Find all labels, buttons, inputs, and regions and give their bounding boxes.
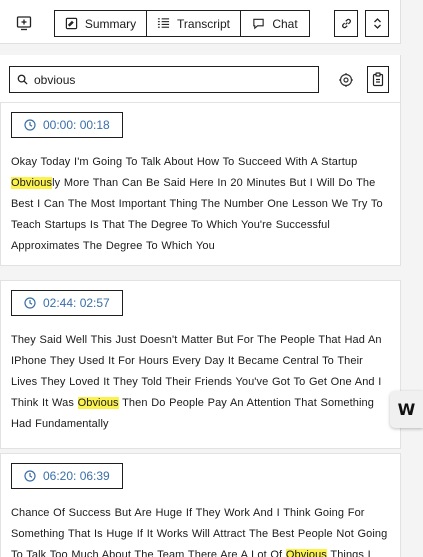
copy-button[interactable]	[367, 66, 389, 93]
expand-collapse-icon	[373, 18, 381, 29]
timestamp-label: 06:20: 06:39	[43, 469, 110, 483]
timestamp-button[interactable]: 06:20: 06:39	[11, 463, 123, 489]
tab-transcript[interactable]: Transcript	[146, 10, 241, 37]
transcript-text-after: Things I	[326, 549, 371, 557]
transcript-text: Chance Of Success But Are Huge If They W…	[11, 503, 390, 557]
transcript-text: They Said Well This Just Doesn't Matter …	[11, 330, 390, 435]
timestamp-button[interactable]: 00:00: 00:18	[11, 112, 123, 138]
search-match-highlight: Obvious	[285, 549, 327, 557]
transcript-card: 00:00: 00:18 Okay Today I'm Going To Tal…	[0, 102, 401, 266]
tab-transcript-label: Transcript	[177, 16, 230, 31]
summary-icon	[65, 17, 78, 30]
tab-summary[interactable]: Summary	[54, 10, 147, 37]
clock-icon	[24, 297, 36, 309]
timestamp-label: 00:00: 00:18	[43, 118, 110, 132]
search-field[interactable]	[9, 66, 319, 93]
expand-collapse-button[interactable]	[365, 10, 389, 37]
search-match-highlight: Obvious	[11, 177, 53, 189]
transcript-card: 06:20: 06:39 Chance Of Success But Are H…	[0, 453, 401, 557]
timestamp-button[interactable]: 02:44: 02:57	[11, 290, 123, 316]
transcript-text: Okay Today I'm Going To Talk About How T…	[11, 152, 390, 257]
search-bar	[0, 55, 401, 103]
add-panel-icon[interactable]	[15, 14, 33, 32]
link-button[interactable]	[334, 10, 358, 37]
ai-icon[interactable]	[336, 70, 356, 90]
clock-icon	[24, 119, 36, 131]
widget-logo-icon: W	[397, 400, 416, 419]
tab-summary-label: Summary	[84, 16, 137, 31]
copy-icon	[372, 72, 384, 87]
search-match-highlight: Obvious	[77, 397, 119, 409]
floating-widget-button[interactable]: W	[390, 391, 423, 428]
timestamp-label: 02:44: 02:57	[43, 296, 110, 310]
link-icon	[341, 18, 351, 29]
transcript-icon	[157, 18, 170, 28]
search-icon	[17, 74, 28, 85]
chat-icon	[253, 18, 265, 30]
transcript-text-before: Okay Today I'm Going To Talk About How T…	[11, 156, 358, 168]
search-input[interactable]	[34, 72, 314, 87]
toolbar: Summary Transcript Chat	[0, 0, 401, 44]
tab-chat-label: Chat	[272, 16, 298, 31]
transcript-text-after: ly More Than Can Be Said Here In 20 Minu…	[11, 177, 383, 252]
tab-chat[interactable]: Chat	[240, 10, 310, 37]
clock-icon	[24, 470, 36, 482]
transcript-card: 02:44: 02:57 They Said Well This Just Do…	[0, 280, 401, 449]
